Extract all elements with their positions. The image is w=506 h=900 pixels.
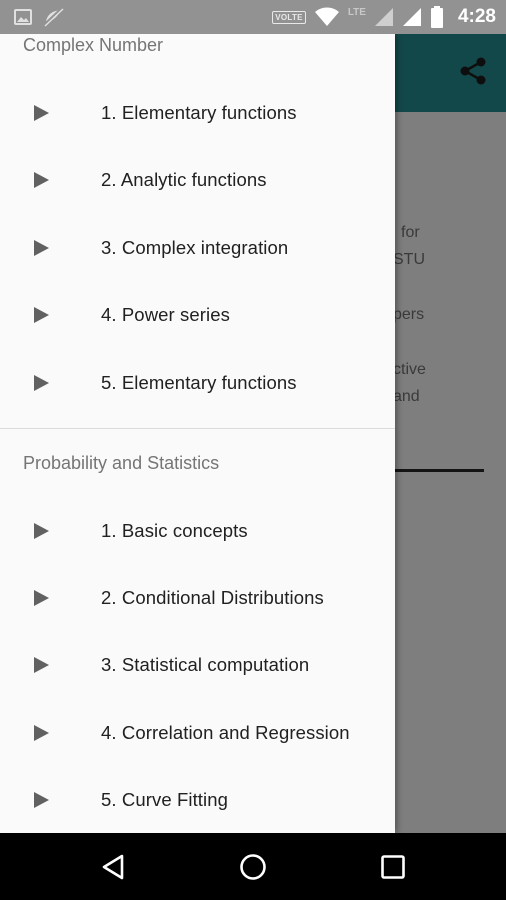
nav-item-statistical-computation[interactable]: 3. Statistical computation	[0, 637, 395, 693]
back-button[interactable]	[73, 833, 153, 900]
clock: 4:28	[457, 6, 496, 27]
nav-item-label: 4. Correlation and Regression	[101, 722, 350, 743]
nav-item-label: 3. Statistical computation	[101, 654, 310, 675]
nav-item-elementary-functions[interactable]: 1. Elementary functions	[0, 85, 395, 141]
nav-item-basic-concepts[interactable]: 1. Basic concepts	[0, 503, 395, 559]
play-arrow-icon	[34, 375, 49, 391]
home-icon	[240, 853, 266, 880]
background-text: pers	[393, 306, 425, 323]
play-arrow-icon	[34, 240, 49, 256]
section-header-probability-statistics: Probability and Statistics	[23, 453, 220, 473]
play-arrow-icon	[34, 657, 49, 673]
nav-item-label: 5. Curve Fitting	[101, 789, 229, 810]
content-divider	[395, 469, 484, 472]
play-arrow-icon	[34, 307, 49, 323]
network-type: LTE	[347, 6, 366, 18]
navigation-drawer: Complex Number 1. Elementary functions 2…	[0, 34, 395, 833]
no-location-icon	[43, 7, 64, 27]
nav-item-analytic-functions[interactable]: 2. Analytic functions	[0, 152, 395, 208]
play-arrow-icon	[34, 725, 49, 741]
background-text: ctive	[393, 361, 426, 378]
nav-item-correlation-regression[interactable]: 4. Correlation and Regression	[0, 705, 395, 761]
battery-icon	[430, 6, 443, 28]
play-arrow-icon	[34, 792, 49, 808]
cell-signal-icon	[374, 8, 393, 26]
volte-badge: VOLTE	[272, 10, 306, 24]
play-arrow-icon	[34, 590, 49, 606]
recents-icon	[381, 854, 405, 879]
nav-item-label: 5. Elementary functions	[101, 372, 297, 393]
background-text: STU	[393, 251, 425, 268]
play-arrow-icon	[34, 523, 49, 539]
share-icon[interactable]	[458, 56, 488, 86]
nav-item-complex-integration[interactable]: 3. Complex integration	[0, 220, 395, 276]
play-arrow-icon	[34, 105, 49, 121]
system-navigation-bar	[0, 833, 506, 900]
screen: VOLTE LTE 4:28 for STU pers ctive and Co…	[0, 0, 506, 900]
back-icon	[102, 854, 124, 879]
nav-item-curve-fitting[interactable]: 5. Curve Fitting	[0, 772, 395, 828]
nav-item-label: 2. Analytic functions	[101, 169, 267, 190]
nav-item-label: 3. Complex integration	[101, 237, 289, 258]
nav-item-elementary-functions-2[interactable]: 5. Elementary functions	[0, 355, 395, 411]
nav-item-label: 1. Elementary functions	[101, 102, 297, 123]
nav-item-label: 1. Basic concepts	[101, 520, 248, 541]
home-button[interactable]	[213, 833, 293, 900]
cell-signal-icon-2	[402, 8, 421, 26]
section-divider	[0, 428, 395, 429]
recents-button[interactable]	[353, 833, 433, 900]
nav-item-label: 4. Power series	[101, 304, 230, 325]
section-header-complex-number: Complex Number	[23, 35, 164, 55]
play-arrow-icon	[34, 172, 49, 188]
nav-item-power-series[interactable]: 4. Power series	[0, 287, 395, 343]
background-text: and	[393, 388, 420, 405]
status-bar: VOLTE LTE 4:28	[0, 0, 506, 34]
wifi-icon	[314, 7, 339, 26]
background-text: for	[401, 224, 420, 241]
image-notification-icon	[14, 9, 32, 25]
nav-item-conditional-distributions[interactable]: 2. Conditional Distributions	[0, 570, 395, 626]
nav-item-label: 2. Conditional Distributions	[101, 587, 324, 608]
